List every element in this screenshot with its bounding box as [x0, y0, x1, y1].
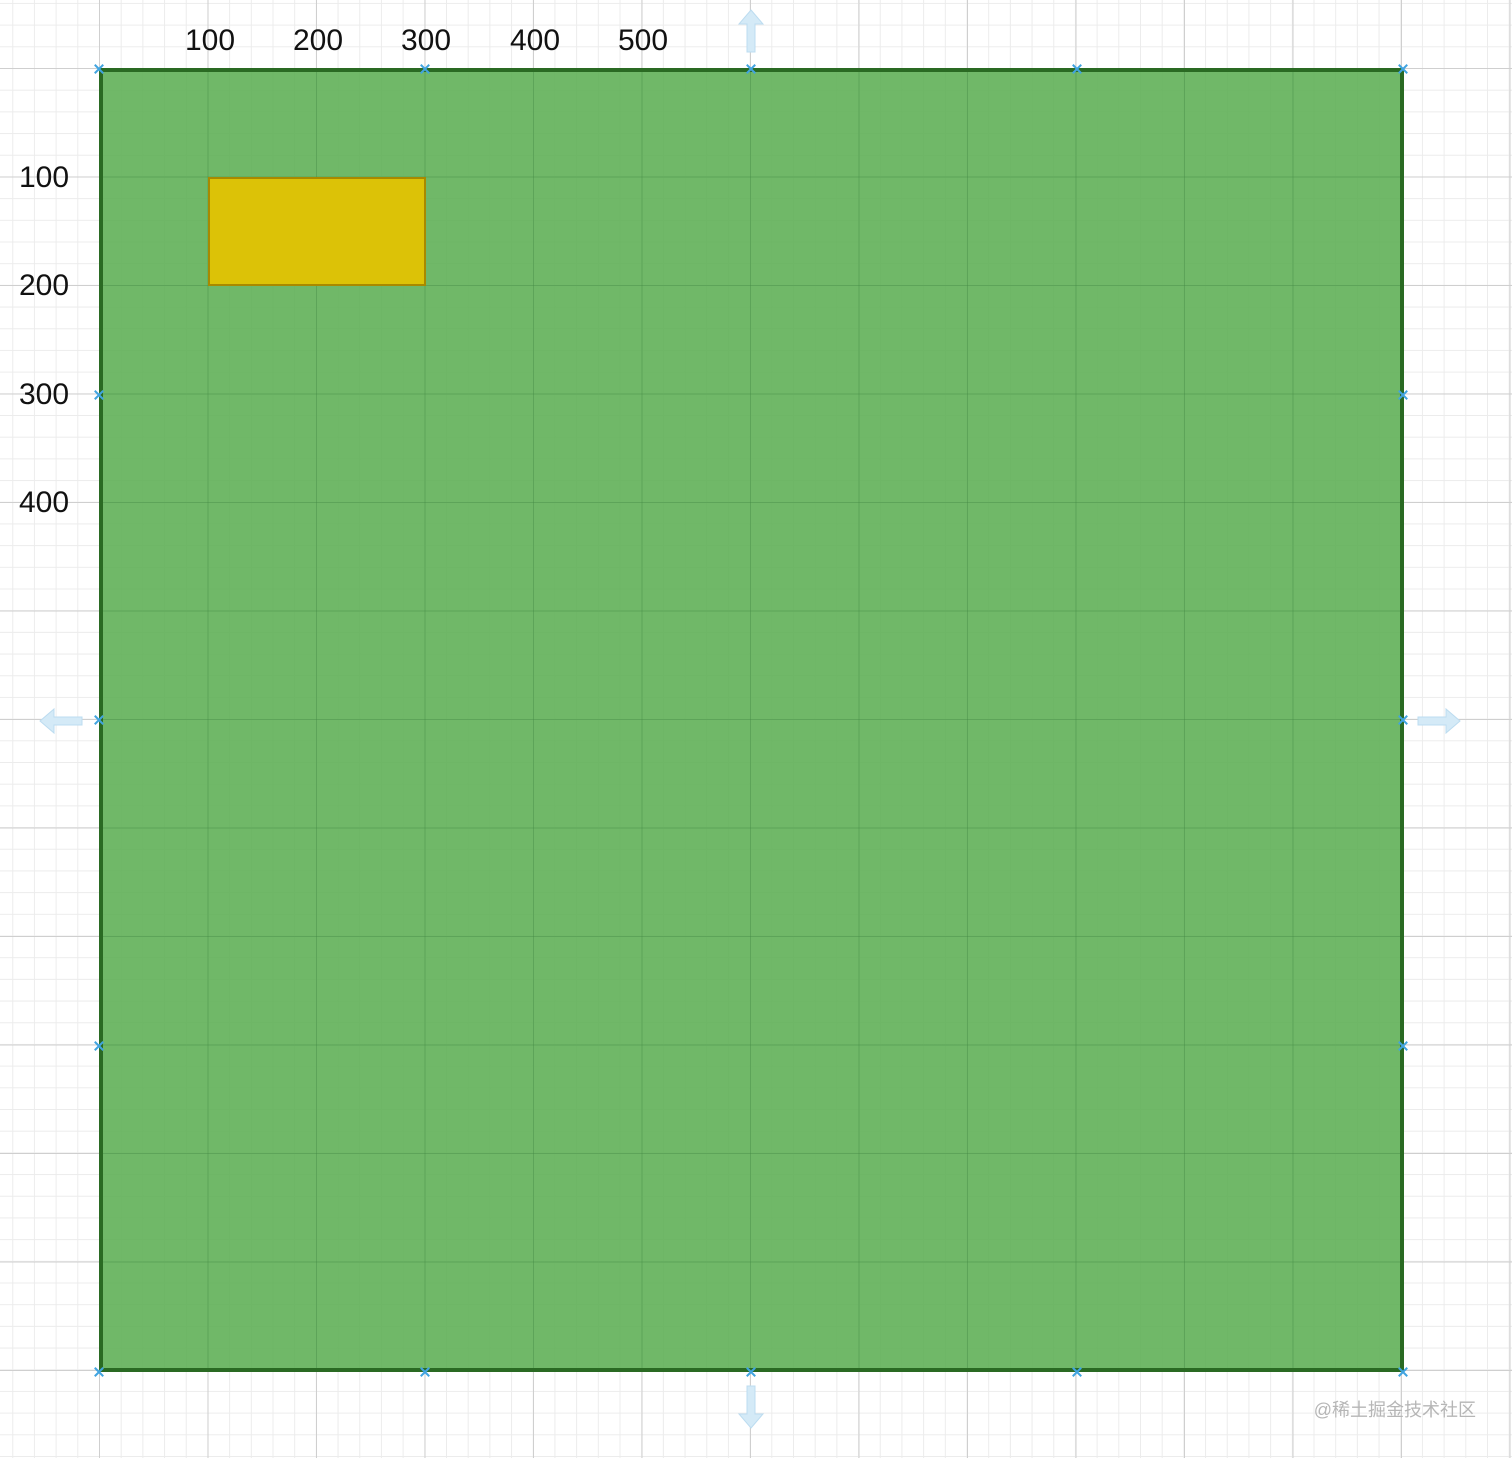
x-marker-icon[interactable]: [94, 1367, 104, 1377]
x-marker-icon[interactable]: [1398, 390, 1408, 400]
x-axis-label-100: 100: [184, 24, 236, 57]
x-marker-icon[interactable]: [1398, 1041, 1408, 1051]
x-marker-icon[interactable]: [420, 64, 430, 74]
x-marker-icon[interactable]: [94, 1041, 104, 1051]
y-axis-label-200: 200: [19, 269, 70, 302]
arrow-down-icon[interactable]: [736, 1384, 766, 1430]
arrow-left-icon[interactable]: [38, 706, 84, 736]
x-marker-icon[interactable]: [94, 715, 104, 725]
x-axis-label-400: 400: [509, 24, 561, 57]
yellow-rectangle-shape[interactable]: [208, 177, 426, 286]
x-marker-icon[interactable]: [1072, 64, 1082, 74]
x-axis-label-300: 300: [400, 24, 452, 57]
x-marker-icon[interactable]: [94, 64, 104, 74]
x-marker-icon[interactable]: [746, 1367, 756, 1377]
x-marker-icon[interactable]: [1072, 1367, 1082, 1377]
x-marker-icon[interactable]: [420, 1367, 430, 1377]
y-axis-label-400: 400: [19, 486, 70, 519]
x-marker-icon[interactable]: [94, 390, 104, 400]
x-marker-icon[interactable]: [1398, 1367, 1408, 1377]
y-axis-label-100: 100: [19, 161, 70, 194]
x-axis-label-200: 200: [292, 24, 344, 57]
y-axis-label-300: 300: [19, 378, 70, 411]
x-axis-label-500: 500: [617, 24, 669, 57]
arrow-up-icon[interactable]: [736, 8, 766, 54]
x-marker-icon[interactable]: [1398, 64, 1408, 74]
x-marker-icon[interactable]: [746, 64, 756, 74]
x-marker-icon[interactable]: [1398, 715, 1408, 725]
watermark: @稀土掘金技术社区: [1313, 1400, 1476, 1420]
arrow-right-icon[interactable]: [1416, 706, 1462, 736]
